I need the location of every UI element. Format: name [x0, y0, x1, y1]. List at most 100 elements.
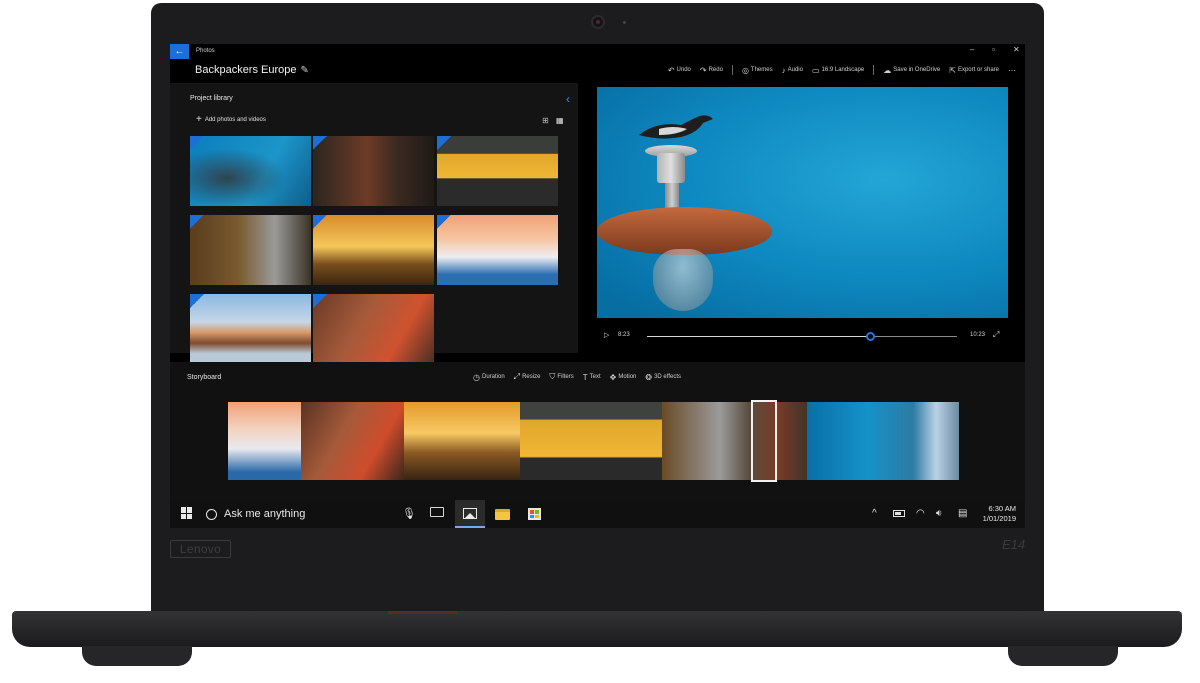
collapse-chevron-icon[interactable]: ‹	[566, 92, 570, 106]
microphone-icon[interactable]: 🎙︎	[402, 507, 416, 520]
export-icon: ⇱	[949, 65, 956, 75]
aspect-ratio-button[interactable]: ▭ 16:9 Landscape	[812, 66, 864, 75]
duration-icon: ◷	[473, 372, 480, 382]
cortana-icon	[206, 508, 217, 520]
library-thumbnail[interactable]	[437, 215, 558, 285]
library-thumbnail[interactable]	[313, 215, 434, 285]
save-onedrive-button[interactable]: ☁ Save in OneDrive	[883, 66, 940, 75]
search-placeholder: Ask me anything	[224, 508, 306, 520]
volume-icon[interactable]: 🔉︎	[936, 508, 942, 519]
storyboard-clip[interactable]	[228, 402, 301, 480]
battery-icon[interactable]	[893, 510, 905, 517]
more-icon: ⋯	[1008, 65, 1016, 75]
player-controls: ▷ 8:23 10:23 ⤢	[597, 328, 1008, 344]
taskbar-search[interactable]: Ask me anything	[206, 500, 305, 528]
themes-button[interactable]: ◎ Themes	[742, 66, 773, 75]
laptop-base	[12, 611, 1182, 647]
storyboard-clip[interactable]	[520, 402, 662, 480]
grid-large-view-icon[interactable]: ▦	[556, 116, 564, 125]
library-thumbnail[interactable]	[190, 294, 311, 364]
toolbar: ↶ Undo ↷ Redo ◎ Themes ♪ Audio ▭ 16:9 La…	[668, 63, 1025, 77]
back-button[interactable]: ←	[170, 44, 189, 59]
photos-icon	[463, 507, 477, 519]
library-thumbnail[interactable]	[313, 294, 434, 364]
maximize-button[interactable]: ▫	[992, 45, 995, 54]
play-icon[interactable]: ▷	[604, 331, 609, 339]
selected-clip-frame[interactable]	[751, 400, 777, 482]
laptop-foot-right	[1008, 646, 1118, 666]
storyboard-clip[interactable]	[807, 402, 959, 480]
seek-bar[interactable]	[647, 332, 957, 341]
text-button[interactable]: T Text	[583, 372, 601, 382]
taskbar-file-explorer[interactable]	[487, 500, 517, 528]
library-thumbnail[interactable]	[313, 136, 434, 206]
audio-icon: ♪	[781, 65, 786, 75]
library-thumbnail[interactable]	[190, 136, 311, 206]
end-time: 10:23	[970, 332, 986, 338]
storyboard-clip[interactable]	[404, 402, 520, 480]
taskbar-photos-app[interactable]	[455, 500, 485, 528]
app-name: Photos	[196, 48, 215, 54]
storyboard: Storyboard ◷ Duration ⤢ Resize ⛉ Filters…	[170, 362, 1025, 500]
aspect-ratio-icon: ▭	[811, 65, 820, 75]
bird-graphic	[639, 115, 713, 139]
lamp-neck	[665, 183, 679, 209]
duration-button[interactable]: ◷ Duration	[473, 372, 505, 382]
3d-effects-button[interactable]: ❂ 3D effects	[645, 372, 681, 382]
store-icon	[527, 508, 541, 520]
arrow-left-icon: ←	[174, 46, 185, 57]
model-label: E14	[1002, 537, 1026, 552]
undo-icon: ↶	[667, 65, 675, 75]
brand-logo: Lenovo	[170, 540, 231, 558]
current-time: 8:23	[618, 332, 630, 338]
clock-time: 6:30 AM	[988, 504, 1016, 513]
storyboard-clip[interactable]	[662, 402, 807, 480]
task-view-icon[interactable]	[430, 507, 444, 517]
plus-icon: +	[196, 114, 202, 125]
windows-start-icon[interactable]	[181, 507, 193, 519]
resize-icon: ⤢	[513, 372, 521, 381]
clock-date: 1/01/2019	[982, 514, 1016, 523]
themes-icon: ◎	[741, 65, 749, 75]
seek-progress	[647, 336, 871, 337]
audio-button[interactable]: ♪ Audio	[782, 66, 803, 75]
laptop-foot-left	[82, 646, 192, 666]
redo-button[interactable]: ↷ Redo	[700, 66, 723, 75]
seek-thumb[interactable]	[866, 332, 876, 341]
fullscreen-icon[interactable]: ⤢	[993, 330, 999, 340]
motion-icon: ✥	[609, 372, 617, 382]
project-title-text: Backpackers Europe	[195, 64, 297, 76]
minimize-button[interactable]: ‒	[970, 45, 974, 54]
project-library: Project library ‹ + Add photos and video…	[170, 83, 578, 364]
close-button[interactable]: ✕	[1013, 45, 1020, 54]
filters-button[interactable]: ⛉ Filters	[549, 372, 573, 382]
chevron-up-icon[interactable]: ^	[872, 508, 877, 519]
resize-button[interactable]: ⤢ Resize	[514, 372, 541, 382]
camera-led	[623, 21, 626, 24]
taskbar-clock[interactable]: 6:30 AM 1/01/2019	[980, 504, 1016, 524]
taskbar-store[interactable]	[519, 500, 549, 528]
more-button[interactable]: ⋯	[1008, 66, 1016, 75]
taskbar: Ask me anything 🎙︎ ^ ◠ 🔉︎ ▤ 6:30 AM 1/01…	[170, 500, 1025, 528]
undo-button[interactable]: ↶ Undo	[668, 66, 691, 75]
grid-small-view-icon[interactable]: ⊞	[542, 116, 549, 125]
notifications-icon[interactable]: ▤	[958, 508, 967, 519]
library-thumbnail[interactable]	[437, 136, 558, 206]
webcam	[591, 15, 605, 29]
storyboard-tools: ◷ Duration ⤢ Resize ⛉ Filters T Text ✥ M…	[473, 372, 690, 382]
lamp-top	[657, 153, 685, 183]
library-thumbnail[interactable]	[190, 215, 311, 285]
toolbar-divider	[873, 65, 875, 75]
video-preview[interactable]	[597, 87, 1008, 318]
project-title[interactable]: Backpackers Europe ✎	[195, 64, 309, 76]
export-button[interactable]: ⇱ Export or share	[949, 66, 999, 75]
motion-button[interactable]: ✥ Motion	[610, 372, 637, 382]
folder-icon	[494, 508, 510, 520]
pencil-icon[interactable]: ✎	[301, 65, 309, 76]
hinge-accent	[388, 611, 458, 614]
wifi-icon[interactable]: ◠	[916, 508, 925, 519]
add-photos-button[interactable]: + Add photos and videos	[196, 114, 266, 125]
text-icon: T	[582, 372, 588, 382]
screen: ← Photos ‒ ▫ ✕ Backpackers Europe ✎ ↶ Un…	[170, 44, 1025, 528]
storyboard-clip[interactable]	[301, 402, 404, 480]
